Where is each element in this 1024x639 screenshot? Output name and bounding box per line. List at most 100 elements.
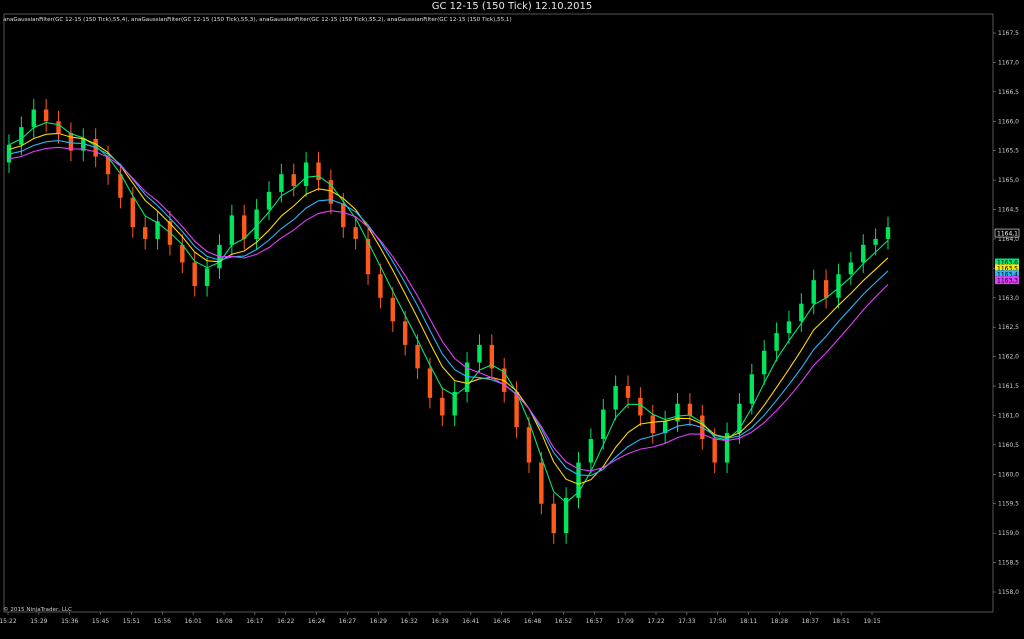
x-tick-label: 16:41 bbox=[462, 618, 479, 625]
y-tick-label: 1160,5 bbox=[998, 442, 1019, 449]
candle-down bbox=[118, 174, 123, 198]
price-axis[interactable]: 1167,5 1167,0 1166,5 1166,0 1165,5 1165,0 1164… bbox=[993, 30, 1019, 596]
candle-down bbox=[823, 280, 829, 298]
filter-lines-layer bbox=[8, 122, 889, 504]
y-tick-label: 1165,0 bbox=[998, 177, 1019, 184]
price-markers: 1164,11163,61163,51163,41163,3 bbox=[994, 228, 1020, 284]
y-tick-label: 1159,0 bbox=[998, 530, 1019, 537]
candle-down bbox=[130, 197, 136, 228]
gaussian-filter-line bbox=[8, 122, 889, 504]
x-tick-label: 16:27 bbox=[339, 618, 356, 625]
price-chart[interactable]: 1167,5 1167,0 1166,5 1166,0 1165,5 1165,0 1164… bbox=[0, 0, 1024, 639]
candle-up bbox=[477, 344, 482, 363]
candle-down bbox=[440, 397, 445, 416]
y-tick-label: 1163,0 bbox=[998, 295, 1019, 302]
candle-up bbox=[19, 127, 24, 145]
candle-down bbox=[378, 274, 383, 298]
candle-up bbox=[749, 374, 755, 404]
price-marker-label: 1164,1 bbox=[997, 230, 1018, 237]
x-tick-label: 17:33 bbox=[678, 618, 695, 625]
x-tick-label: 15:22 bbox=[0, 618, 17, 625]
y-tick-label: 1162,0 bbox=[998, 354, 1019, 361]
candle-down bbox=[68, 133, 74, 151]
x-tick-label: 15:29 bbox=[30, 618, 47, 625]
candle-up bbox=[601, 409, 606, 440]
candle-down bbox=[390, 297, 395, 322]
candle-up bbox=[31, 109, 36, 128]
y-tick-label: 1158,0 bbox=[998, 589, 1019, 596]
candle-up bbox=[873, 238, 878, 245]
candle-down bbox=[625, 386, 631, 398]
y-tick-label: 1159,5 bbox=[998, 501, 1019, 508]
candle-up bbox=[885, 227, 891, 239]
price-marker-label: 1163,3 bbox=[997, 277, 1018, 284]
x-tick-label: 18:11 bbox=[740, 618, 757, 625]
candle-up bbox=[613, 386, 618, 410]
candle-up bbox=[266, 191, 272, 210]
y-tick-label: 1167,0 bbox=[998, 59, 1019, 66]
candle-up bbox=[229, 215, 235, 245]
candle-down bbox=[192, 262, 197, 287]
y-tick-label: 1158,5 bbox=[998, 560, 1019, 567]
candle-up bbox=[279, 174, 284, 192]
candle-down bbox=[712, 439, 717, 463]
x-tick-label: 16:01 bbox=[184, 618, 201, 625]
y-tick-label: 1166,5 bbox=[998, 89, 1019, 96]
x-tick-label: 19:15 bbox=[863, 618, 880, 625]
candle-up bbox=[799, 303, 804, 322]
x-tick-label: 16:39 bbox=[431, 618, 448, 625]
x-tick-label: 18:28 bbox=[771, 618, 788, 625]
candle-up bbox=[588, 439, 594, 463]
y-tick-label: 1160,0 bbox=[998, 471, 1019, 478]
candle-down bbox=[650, 415, 655, 434]
candle-up bbox=[774, 333, 779, 351]
candle-down bbox=[291, 174, 296, 186]
x-tick-label: 16:08 bbox=[215, 618, 232, 625]
x-tick-label: 18:37 bbox=[802, 618, 819, 625]
y-tick-label: 1167,5 bbox=[998, 30, 1019, 37]
gaussian-filter-line bbox=[8, 132, 889, 485]
x-tick-label: 17:50 bbox=[709, 618, 726, 625]
candle-down bbox=[427, 368, 433, 398]
gaussian-filter-line bbox=[8, 146, 889, 472]
candle-up bbox=[811, 280, 816, 304]
x-tick-label: 18:51 bbox=[832, 618, 849, 625]
x-tick-label: 15:51 bbox=[123, 618, 140, 625]
x-tick-label: 15:56 bbox=[154, 618, 171, 625]
x-tick-label: 16:17 bbox=[246, 618, 263, 625]
x-tick-label: 16:48 bbox=[524, 618, 541, 625]
gaussian-filter-line bbox=[8, 140, 889, 477]
x-tick-label: 16:32 bbox=[400, 618, 417, 625]
candle-up bbox=[861, 244, 866, 263]
candle-down bbox=[56, 121, 61, 134]
candle-up bbox=[761, 350, 767, 375]
x-tick-label: 17:09 bbox=[616, 618, 633, 625]
x-tick-label: 17:22 bbox=[647, 618, 664, 625]
y-tick-label: 1165,5 bbox=[998, 148, 1019, 155]
x-tick-label: 16:52 bbox=[555, 618, 572, 625]
candle-down bbox=[415, 344, 420, 369]
candle-up bbox=[303, 162, 309, 186]
x-tick-label: 15:45 bbox=[92, 618, 109, 625]
x-tick-label: 15:36 bbox=[61, 618, 78, 625]
time-axis[interactable]: 15:22 15:29 15:36 15:45 15:51 15:56 16:01 16:08… bbox=[0, 612, 881, 625]
candle-down bbox=[43, 109, 49, 122]
plot-frame bbox=[3, 13, 994, 613]
y-tick-label: 1162,5 bbox=[998, 324, 1019, 331]
plot-border bbox=[3, 13, 994, 613]
candle-down bbox=[638, 397, 643, 416]
candle-down bbox=[551, 503, 556, 534]
candle-down bbox=[341, 203, 346, 228]
candle-up bbox=[848, 262, 854, 275]
candles-layer bbox=[6, 98, 891, 544]
candle-down bbox=[539, 462, 544, 504]
x-tick-label: 16:24 bbox=[308, 618, 325, 625]
x-tick-label: 16:29 bbox=[370, 618, 387, 625]
x-tick-label: 16:22 bbox=[277, 618, 294, 625]
candle-down bbox=[687, 403, 693, 416]
candle-down bbox=[526, 427, 532, 463]
candle-up bbox=[786, 321, 792, 334]
candle-down bbox=[242, 215, 247, 239]
candle-up bbox=[204, 268, 210, 287]
candle-down bbox=[402, 321, 408, 345]
